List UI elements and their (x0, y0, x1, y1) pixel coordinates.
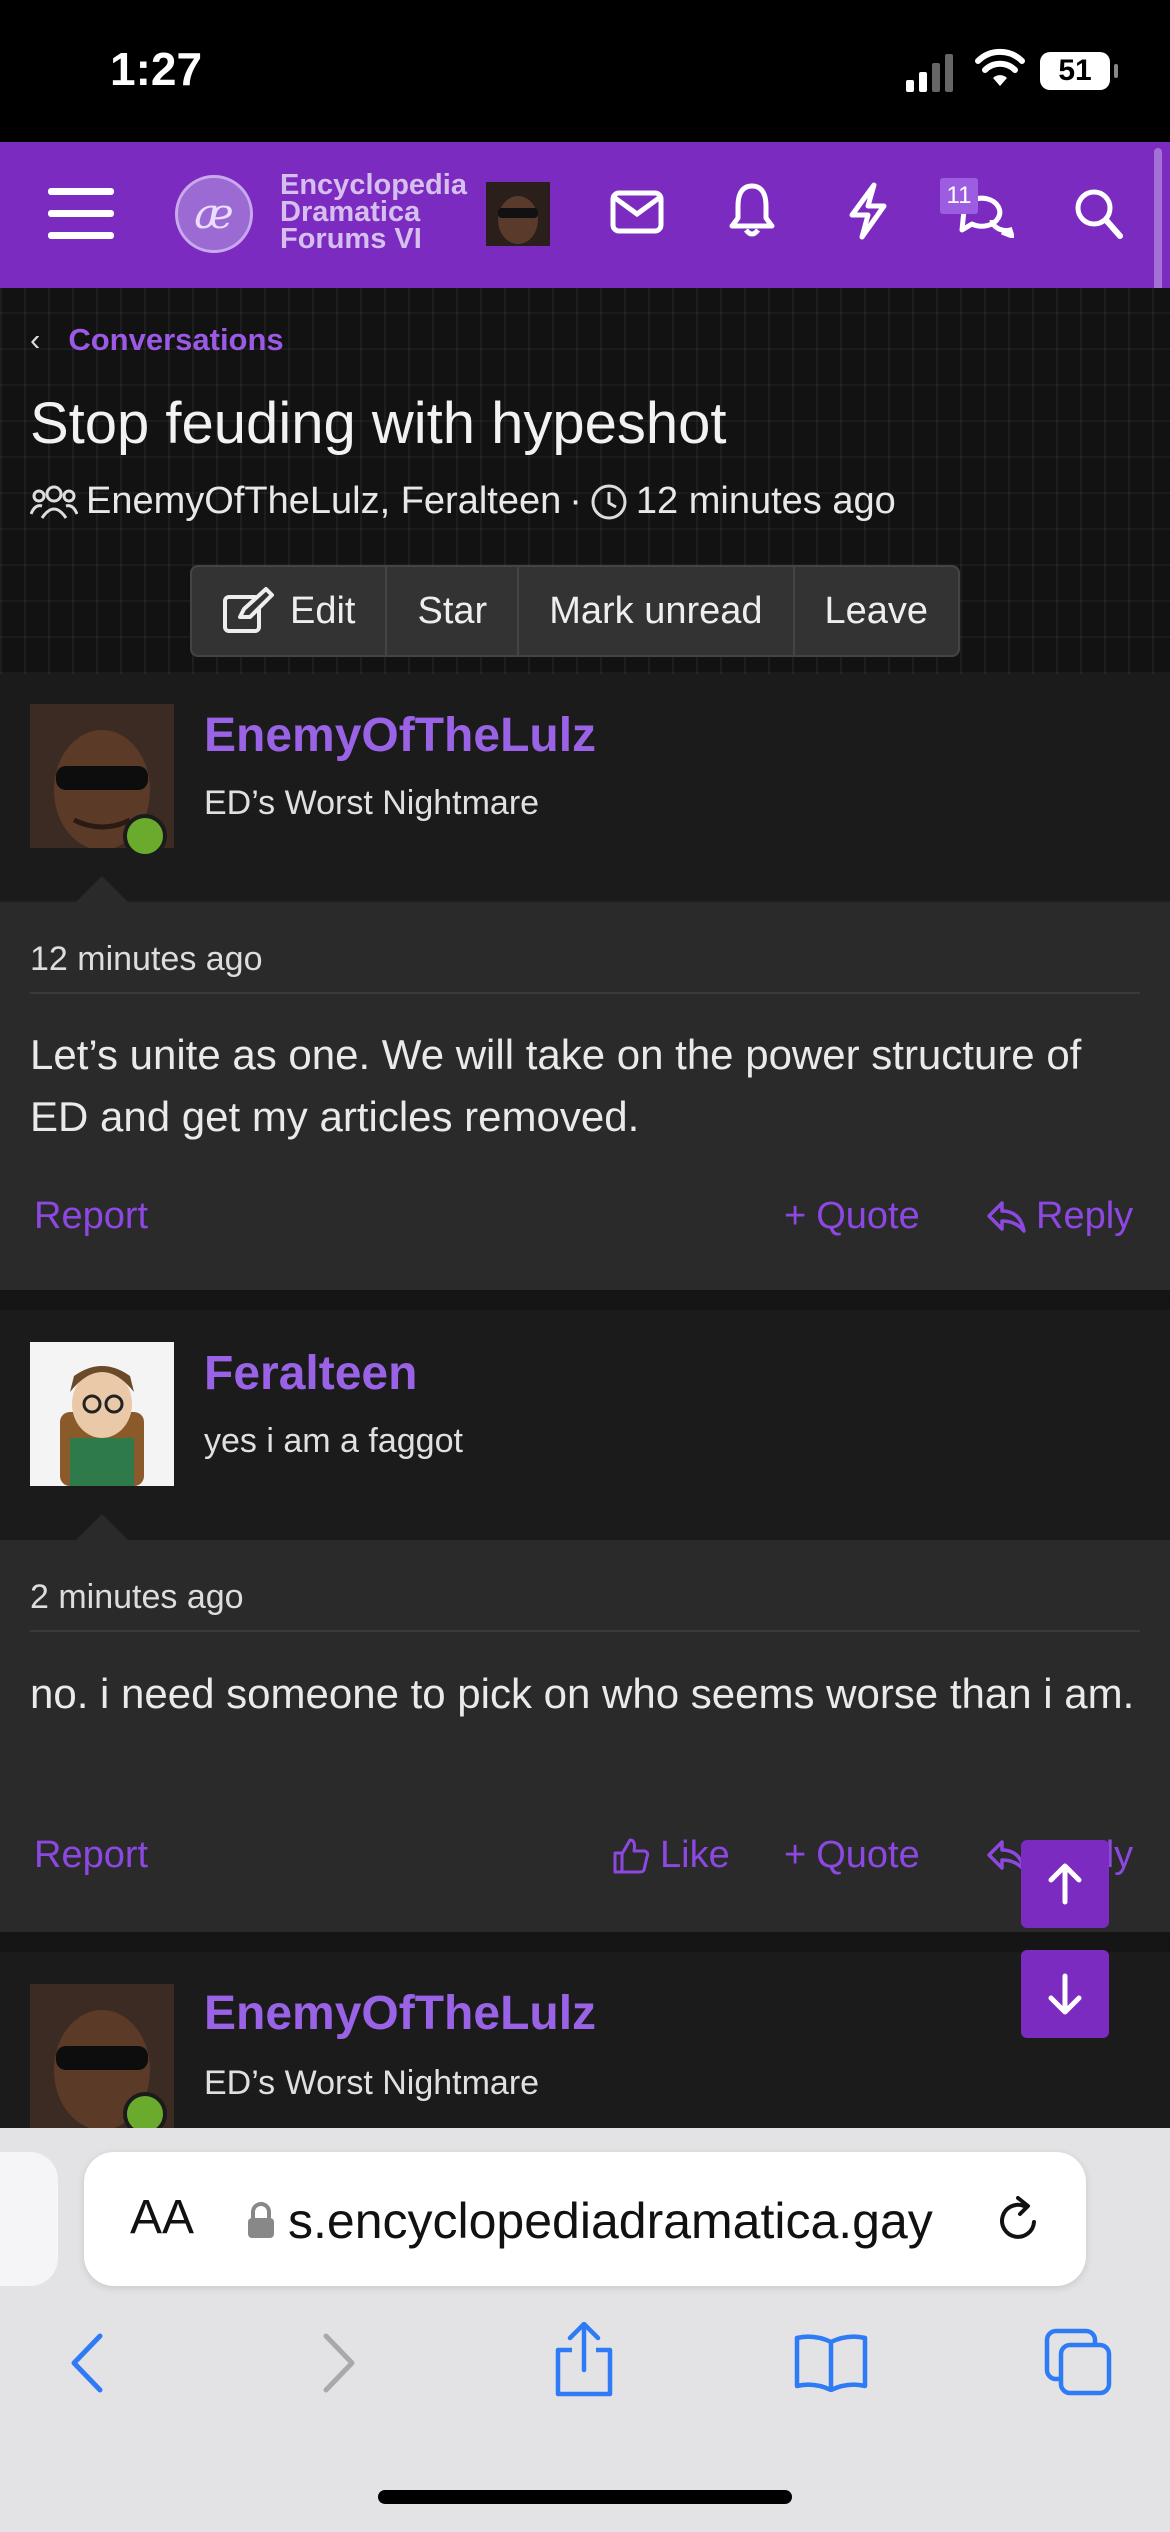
user-title: ED’s Worst Nightmare (204, 784, 540, 822)
username[interactable]: EnemyOfTheLulz (204, 1986, 596, 2041)
inbox-icon[interactable] (610, 190, 664, 234)
message-separator (0, 1290, 1170, 1310)
share-icon[interactable] (552, 2322, 616, 2398)
back-icon[interactable] (66, 2332, 106, 2394)
user-title: ED’s Worst Nightmare (204, 2064, 540, 2102)
report-link[interactable]: Report (34, 1195, 148, 1238)
scroll-bottom-button[interactable] (1021, 1950, 1109, 2038)
cellular-signal-icon (906, 54, 953, 92)
edit-button[interactable]: Edit (192, 567, 388, 655)
scroll-top-button[interactable] (1021, 1840, 1109, 1928)
meta-separator: · (569, 480, 582, 522)
quote-label: Quote (816, 1834, 920, 1876)
user-title: yes i am a faggot (204, 1422, 463, 1460)
avatar[interactable] (30, 1342, 174, 1486)
message-time[interactable]: 2 minutes ago (30, 1578, 244, 1617)
mark-unread-button[interactable]: Mark unread (519, 567, 795, 655)
like-label: Like (660, 1834, 730, 1876)
report-link[interactable]: Report (34, 1834, 148, 1877)
message-user-header (0, 1310, 1170, 1540)
thumbs-up-icon (613, 1838, 650, 1873)
forward-icon[interactable] (320, 2332, 360, 2394)
message-separator (0, 1932, 1170, 1952)
tabs-icon[interactable] (1044, 2328, 1114, 2396)
divider (30, 1630, 1140, 1632)
bell-icon[interactable] (728, 182, 776, 238)
message-user-header (0, 1952, 1170, 2132)
message-time[interactable]: 12 minutes ago (30, 940, 263, 979)
conversation-participants: EnemyOfTheLulz, Feralteen (86, 480, 562, 522)
search-icon[interactable] (1074, 188, 1124, 240)
conversation-meta: EnemyOfTheLulz, Feralteen · 12 minutes a… (30, 480, 896, 523)
plus-icon: + (784, 1195, 807, 1237)
edit-icon (223, 587, 274, 633)
menu-icon[interactable] (48, 186, 114, 242)
clock-icon (591, 484, 627, 519)
like-link[interactable]: Like (612, 1834, 730, 1877)
online-status-icon (123, 814, 167, 858)
bookmarks-icon[interactable] (794, 2332, 868, 2392)
quote-label: Quote (816, 1195, 920, 1237)
home-indicator (378, 2490, 792, 2504)
logo-line-1: Encyclopedia (280, 169, 467, 201)
previous-tab-card[interactable] (0, 2152, 58, 2286)
arrow-up-icon (1048, 1863, 1082, 1905)
text-size-button[interactable]: AA (130, 2190, 194, 2245)
breadcrumb-conversations[interactable]: Conversations (68, 322, 283, 357)
logo-line-2: Dramatica (280, 196, 421, 228)
conversations-badge: 11 (940, 178, 978, 214)
lightning-icon[interactable] (846, 182, 890, 240)
arrow-down-icon (1048, 1973, 1082, 2015)
reply-icon (987, 1839, 1026, 1872)
message-pointer (76, 876, 128, 902)
message-text: Let’s unite as one. We will take on the … (30, 1031, 1082, 1140)
username[interactable]: EnemyOfTheLulz (204, 708, 596, 763)
users-icon (30, 485, 78, 519)
reload-icon[interactable] (996, 2196, 1042, 2244)
account-avatar[interactable] (486, 182, 550, 246)
reply-link[interactable]: Reply (986, 1195, 1133, 1238)
status-bar: 1:27 51 (0, 0, 1170, 142)
username[interactable]: Feralteen (204, 1346, 417, 1401)
chevron-left-icon: ‹ (30, 322, 41, 357)
lock-icon (248, 2202, 274, 2238)
plus-icon: + (784, 1834, 807, 1876)
quote-link[interactable]: + Quote (784, 1834, 920, 1877)
battery-icon: 51 (1040, 52, 1118, 90)
conversation-toolbar: Edit Star Mark unread Leave (190, 565, 961, 657)
leave-button[interactable]: Leave (795, 567, 959, 655)
forum-logo-text[interactable]: Encyclopedia Dramatica Forums VI (280, 169, 467, 255)
quote-link[interactable]: + Quote (784, 1195, 920, 1238)
message-pointer (76, 1514, 128, 1540)
star-button[interactable]: Star (387, 567, 520, 655)
svg-text:æ: æ (194, 189, 233, 238)
url-text[interactable]: s.encyclopediadramatica.gay (288, 2192, 933, 2250)
divider (30, 992, 1140, 994)
reply-icon (987, 1200, 1026, 1233)
conversation-title: Stop feuding with hypeshot (30, 391, 727, 456)
message-text: no. i need someone to pick on who seems … (30, 1670, 1135, 1717)
edit-label: Edit (290, 590, 356, 632)
conversation-time: 12 minutes ago (635, 480, 896, 522)
status-time: 1:27 (110, 43, 203, 95)
forum-logo-icon[interactable]: æ (175, 175, 253, 253)
wifi-icon (975, 48, 1025, 86)
breadcrumb[interactable]: ‹ Conversations (30, 322, 284, 358)
reply-label: Reply (1036, 1195, 1134, 1237)
logo-line-3: Forums VI (280, 223, 422, 255)
